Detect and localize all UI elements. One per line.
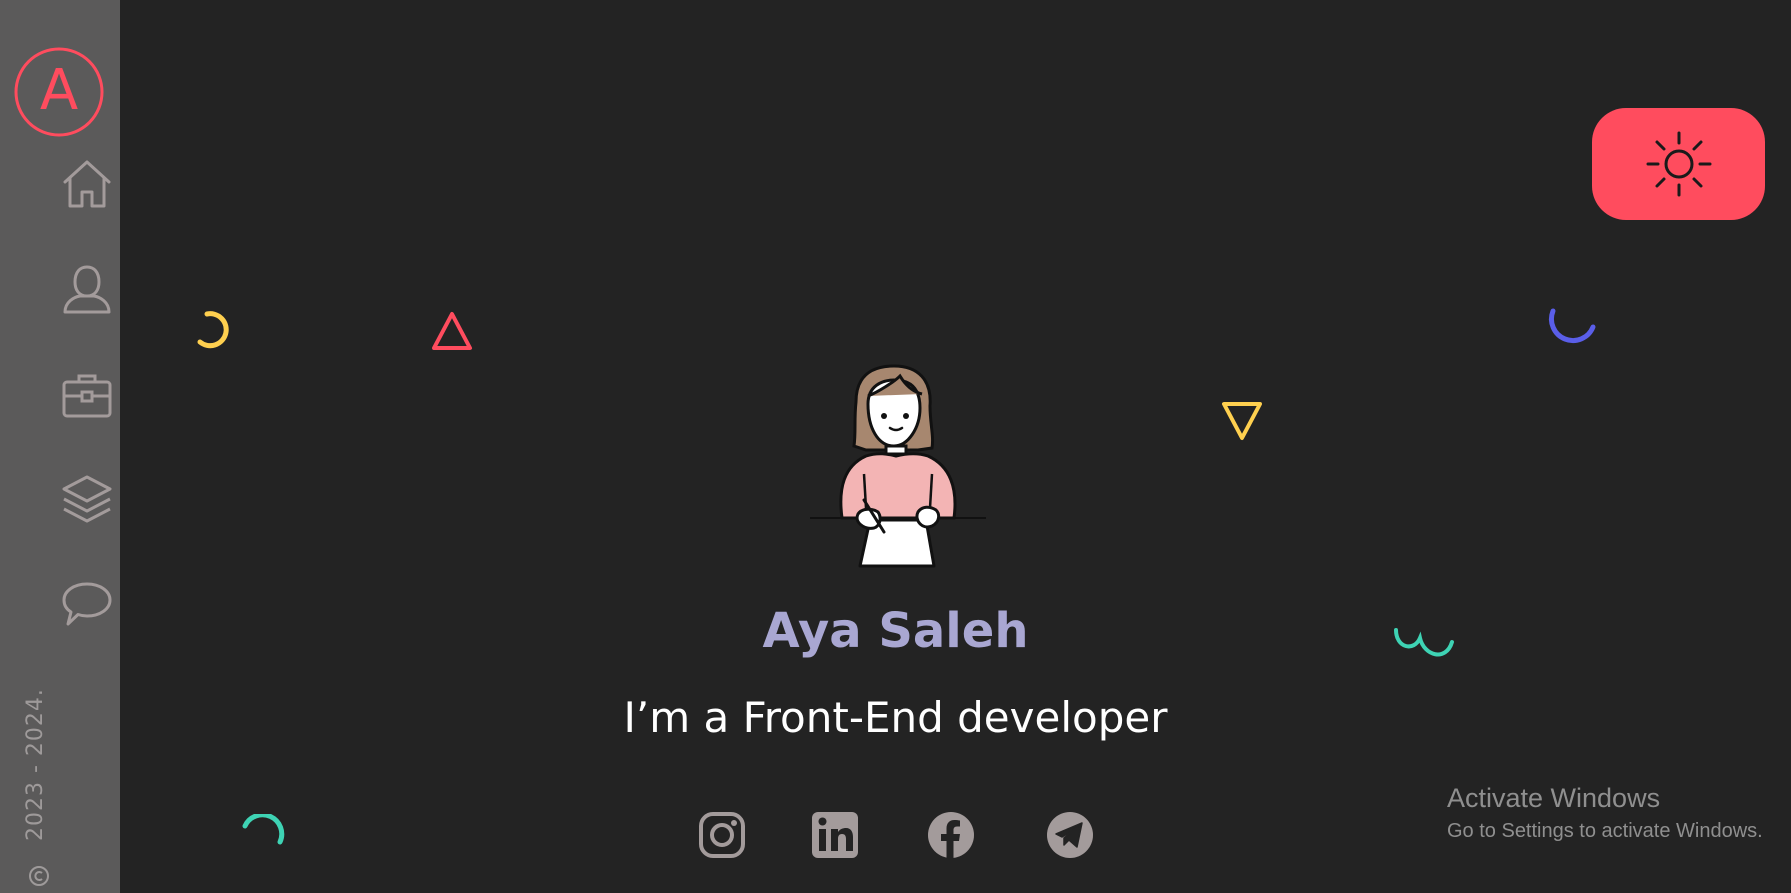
- instagram-icon: [699, 812, 745, 858]
- logo[interactable]: A: [14, 47, 104, 137]
- sidebar-item-services[interactable]: [60, 472, 114, 526]
- logo-icon: A: [14, 47, 104, 137]
- layers-icon: [62, 475, 112, 523]
- facebook-link[interactable]: [926, 810, 976, 860]
- profile-tagline: I’m a Front-End developer: [623, 693, 1168, 742]
- linkedin-link[interactable]: [810, 810, 860, 860]
- logo-letter: A: [40, 58, 78, 123]
- sidebar: A 2023 - 2024.: [0, 0, 120, 893]
- user-icon: [63, 265, 111, 314]
- telegram-link[interactable]: [1045, 810, 1095, 860]
- red-triangle-shape: [432, 312, 472, 350]
- blue-arc-shape: [1548, 308, 1596, 344]
- sidebar-item-home[interactable]: [60, 156, 114, 210]
- theme-toggle-button[interactable]: [1592, 108, 1765, 220]
- profile-name: Aya Saleh: [762, 603, 1029, 659]
- windows-activation-watermark: Activate Windows Go to Settings to activ…: [1447, 783, 1763, 843]
- avatar-illustration: [810, 364, 986, 568]
- sun-icon: [1646, 131, 1711, 197]
- linkedin-icon: [812, 812, 858, 858]
- instagram-link[interactable]: [697, 810, 747, 860]
- telegram-icon: [1047, 812, 1093, 858]
- sidebar-item-portfolio[interactable]: [60, 368, 114, 422]
- briefcase-icon: [62, 374, 112, 418]
- home-icon: [63, 160, 111, 208]
- facebook-icon: [928, 812, 974, 858]
- sidebar-item-about[interactable]: [60, 262, 114, 316]
- watermark-subtitle: Go to Settings to activate Windows.: [1447, 820, 1763, 842]
- watermark-title: Activate Windows: [1447, 783, 1661, 813]
- green-arc-shape: [242, 814, 285, 845]
- copyright-icon: [29, 866, 49, 886]
- yellow-triangle-shape: [1222, 402, 1262, 440]
- yellow-arc-shape: [197, 311, 229, 349]
